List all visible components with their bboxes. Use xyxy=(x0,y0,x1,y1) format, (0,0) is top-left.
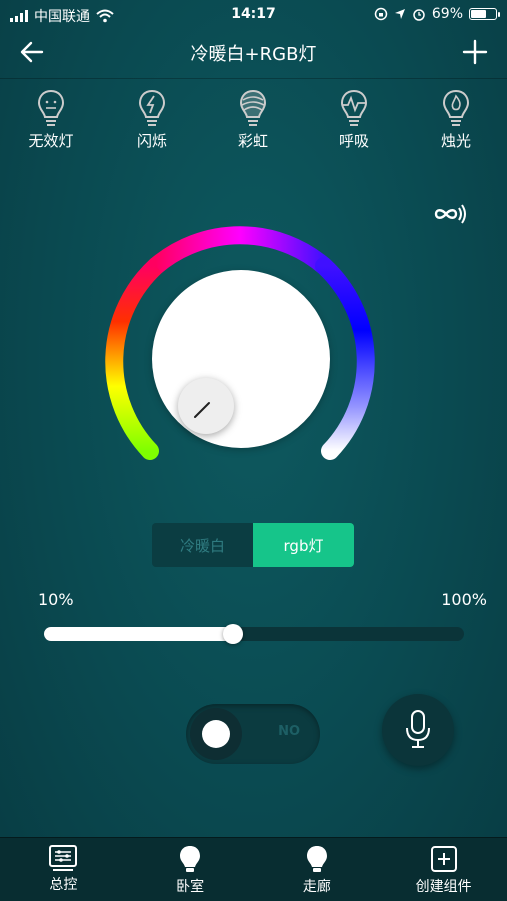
mode-toggle: 冷暖白 rgb灯 xyxy=(152,523,354,567)
status-right: 69% xyxy=(374,6,500,22)
brightness-max-label: 100% xyxy=(441,590,487,609)
navigation-bar: 冷暖白+RGB灯 xyxy=(0,28,507,79)
effect-item-breath[interactable]: 呼吸 xyxy=(314,88,394,151)
effect-label: 无效灯 xyxy=(28,132,74,150)
add-square-icon xyxy=(430,846,457,872)
power-switch-knob xyxy=(190,708,242,760)
tab-label: 卧室 xyxy=(176,879,205,895)
mode-rgb[interactable]: rgb灯 xyxy=(253,523,354,567)
infinity-sound-icon[interactable] xyxy=(432,200,468,228)
tab-bedroom[interactable]: 卧室 xyxy=(127,838,254,901)
needle-icon xyxy=(194,402,210,418)
effect-item-rainbow[interactable]: 彩虹 xyxy=(213,88,293,151)
color-ring-left xyxy=(105,257,165,460)
tab-bar: 总控 卧室 走廊 创建组件 xyxy=(0,837,507,901)
bulb-breath-icon xyxy=(340,89,368,126)
battery-percent: 69% xyxy=(431,6,463,22)
effect-label: 呼吸 xyxy=(338,132,369,150)
tab-create-group[interactable]: 创建组件 xyxy=(380,838,507,901)
effect-label: 闪烁 xyxy=(136,132,167,150)
plus-icon[interactable] xyxy=(461,38,489,66)
tab-corridor[interactable]: 走廊 xyxy=(254,838,381,901)
bulb-rainbow-icon xyxy=(239,89,267,126)
bulb-icon xyxy=(180,846,201,872)
brightness-slider[interactable] xyxy=(44,624,464,644)
brightness-thumb[interactable] xyxy=(223,624,243,644)
effect-item-invalid[interactable]: 无效灯 xyxy=(11,88,91,151)
effect-label: 烛光 xyxy=(440,132,471,150)
power-switch-text: NO xyxy=(278,724,300,739)
bulb-icon xyxy=(306,846,327,872)
tab-master-control[interactable]: 总控 xyxy=(0,838,127,901)
tab-label: 创建组件 xyxy=(415,879,472,895)
control-panel-icon xyxy=(49,845,78,871)
alarm-icon xyxy=(413,9,425,21)
tab-label: 走廊 xyxy=(302,879,331,895)
brightness-min-label: 10% xyxy=(38,590,74,609)
effect-list: 无效灯 闪烁 彩虹 呼吸 烛光 xyxy=(0,88,507,168)
voice-button[interactable] xyxy=(382,694,454,766)
lock-rotation-icon xyxy=(374,7,388,21)
microphone-icon xyxy=(406,710,430,748)
effect-item-flash[interactable]: 闪烁 xyxy=(112,88,192,151)
power-switch[interactable]: NO xyxy=(186,704,320,764)
color-ring-right xyxy=(315,257,375,460)
location-icon xyxy=(394,9,405,19)
effect-item-candle[interactable]: 烛光 xyxy=(416,88,496,151)
page-title: 冷暖白+RGB灯 xyxy=(190,44,317,65)
tab-label: 总控 xyxy=(49,877,78,893)
mode-cool-warm-white[interactable]: 冷暖白 xyxy=(152,523,253,567)
battery-icon xyxy=(469,8,500,20)
bulb-face-icon xyxy=(37,89,65,126)
effect-label: 彩虹 xyxy=(237,132,268,150)
bulb-flash-icon xyxy=(138,89,166,126)
status-bar: 中国联通 14:17 69% xyxy=(0,0,507,28)
bulb-candle-icon xyxy=(442,89,470,126)
color-ring-top xyxy=(150,226,330,273)
color-picker-handle[interactable] xyxy=(178,378,234,434)
brightness-fill xyxy=(44,627,233,641)
